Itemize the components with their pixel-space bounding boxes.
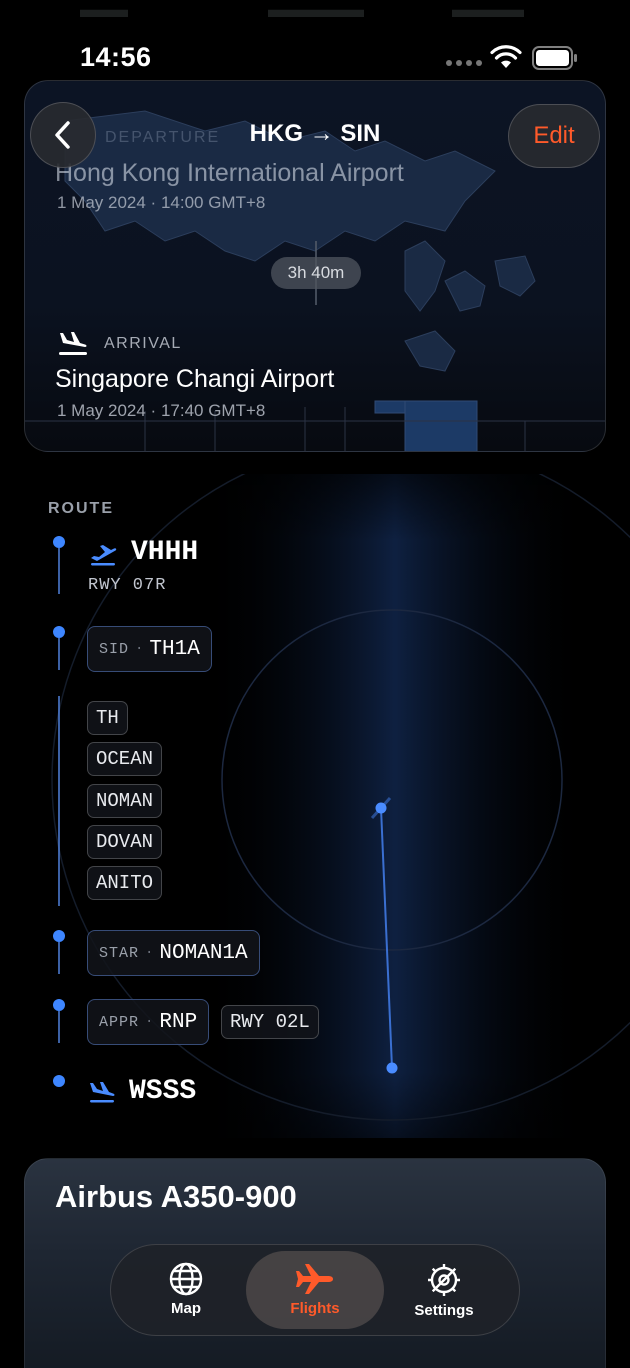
route-connector — [58, 696, 60, 906]
star-key: STAR — [99, 944, 140, 962]
tab-map-label: Map — [171, 1300, 201, 1317]
route-connector — [58, 638, 60, 670]
tab-map[interactable]: Map — [117, 1251, 255, 1329]
sid-chip[interactable]: SID · TH1A — [87, 626, 212, 672]
edit-button[interactable]: Edit — [508, 104, 600, 168]
tab-flights[interactable]: Flights — [246, 1251, 384, 1329]
star-chip[interactable]: STAR · NOMAN1A — [87, 930, 260, 976]
waypoint-chip[interactable]: ANITO — [87, 866, 163, 900]
arrival-airport: Singapore Changi Airport — [55, 365, 335, 393]
landing-airplane-icon — [59, 332, 87, 355]
origin-runway: RWY 07R — [88, 576, 167, 595]
route-section-label: ROUTE — [48, 500, 114, 517]
waypoint-chip[interactable]: NOMAN — [87, 784, 163, 818]
battery-icon — [532, 46, 577, 70]
status-time: 14:56 — [80, 42, 152, 72]
approach-key: APPR — [99, 1013, 140, 1031]
gear-icon — [428, 1264, 460, 1296]
route-connector — [58, 942, 60, 974]
waypoint-chip[interactable]: TH — [87, 701, 128, 735]
airplane-icon — [296, 1264, 333, 1294]
sid-value: TH1A — [149, 637, 200, 661]
takeoff-airplane-icon — [91, 545, 117, 566]
arrival-time: 1 May 2024 · 17:40 GMT+8 — [57, 401, 266, 420]
route-node-destination — [53, 1075, 65, 1087]
route-connector — [58, 1011, 60, 1043]
destination-icao-code: WSSS — [129, 1076, 197, 1107]
globe-icon — [169, 1262, 203, 1296]
tab-settings[interactable]: Settings — [375, 1251, 513, 1329]
waypoint-chip[interactable]: OCEAN — [87, 742, 163, 776]
approach-chip[interactable]: APPR · RNP — [87, 999, 210, 1045]
landing-airplane-icon — [90, 1082, 115, 1103]
sid-key: SID — [99, 640, 130, 658]
arrival-runway-chip[interactable]: RWY 02L — [221, 1005, 319, 1039]
route-node-sid — [53, 626, 65, 638]
tab-bar: Map Flights Settings — [110, 1244, 520, 1336]
star-value: NOMAN1A — [159, 941, 248, 965]
route-node-star — [53, 930, 65, 942]
departure-time: 1 May 2024 · 14:00 GMT+8 — [57, 193, 266, 212]
origin-icao-code: VHHH — [131, 537, 199, 568]
cellular-signal-icon — [446, 60, 482, 66]
route-node-origin — [53, 536, 65, 548]
route-connector — [58, 548, 60, 594]
waypoint-chip[interactable]: DOVAN — [87, 825, 163, 859]
departure-airport: Hong Kong International Airport — [55, 159, 404, 187]
route-node-approach — [53, 999, 65, 1011]
approach-value: RNP — [159, 1010, 198, 1034]
tab-flights-label: Flights — [290, 1300, 340, 1317]
wifi-icon — [490, 45, 522, 68]
tab-settings-label: Settings — [414, 1302, 474, 1319]
aircraft-name: Airbus A350-900 — [55, 1179, 297, 1214]
flight-duration-badge: 3h 40m — [271, 257, 361, 289]
arrival-label: ARRIVAL — [104, 335, 182, 352]
